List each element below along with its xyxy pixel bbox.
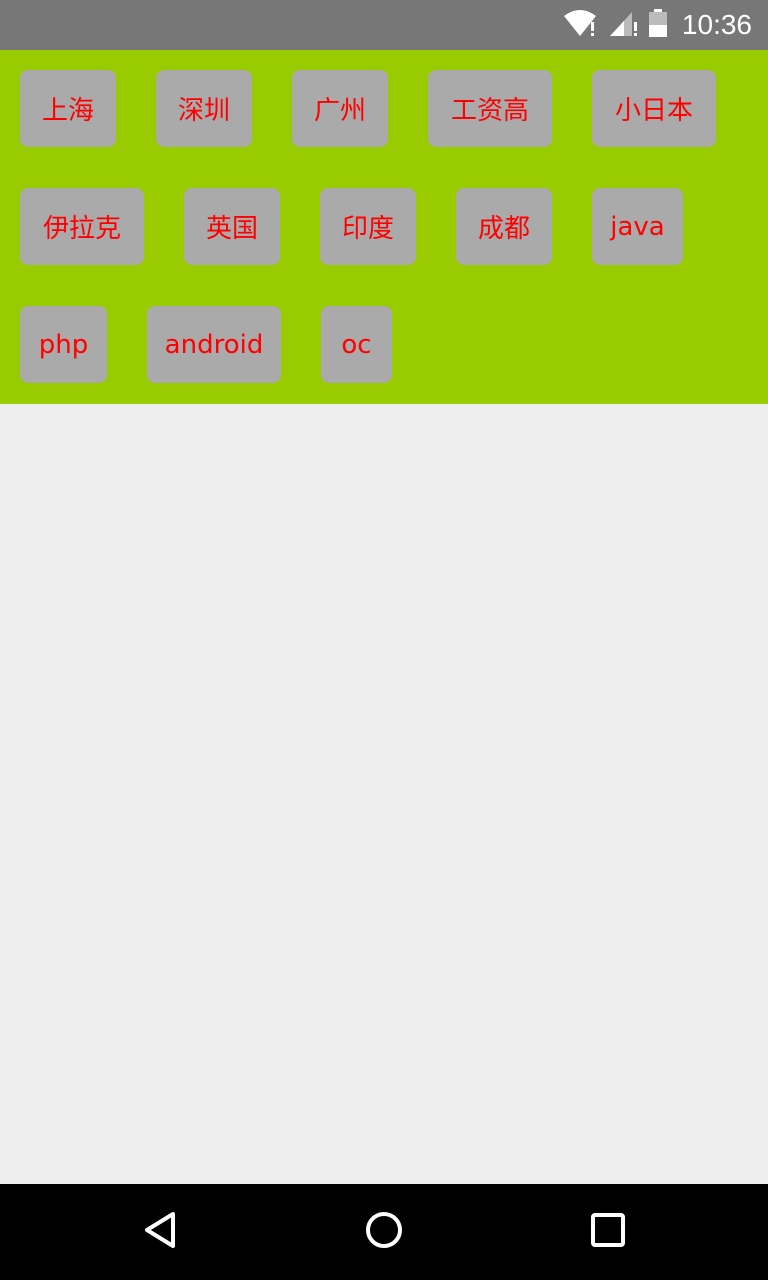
- recents-button[interactable]: [560, 1184, 656, 1280]
- tag-item[interactable]: 伊拉克: [20, 188, 144, 265]
- tag-item[interactable]: oc: [321, 306, 392, 383]
- back-icon: [140, 1210, 180, 1254]
- signal-icon: [608, 8, 638, 42]
- tag-item[interactable]: 上海: [20, 70, 116, 147]
- back-button[interactable]: [112, 1184, 208, 1280]
- tag-item[interactable]: 小日本: [592, 70, 716, 147]
- tag-item[interactable]: 深圳: [156, 70, 252, 147]
- tag-item[interactable]: 成都: [456, 188, 552, 265]
- navigation-bar: [0, 1184, 768, 1280]
- status-time: 10:36: [681, 9, 752, 40]
- content-area: [0, 404, 768, 1184]
- tag-item[interactable]: 英国: [184, 188, 280, 265]
- home-button[interactable]: [336, 1184, 432, 1280]
- tag-item[interactable]: java: [592, 188, 683, 265]
- status-bar: 10:36: [0, 0, 768, 50]
- tag-item[interactable]: php: [20, 306, 107, 383]
- tag-item[interactable]: android: [147, 306, 281, 383]
- recents-icon: [588, 1210, 628, 1254]
- tag-item[interactable]: 工资高: [428, 70, 552, 147]
- status-icons: 10:36: [562, 0, 752, 50]
- tag-item[interactable]: 广州: [292, 70, 388, 147]
- tag-flow-layout: 上海 深圳 广州 工资高 小日本 伊拉克 英国 印度 成都 java php a…: [0, 50, 768, 404]
- tag-item[interactable]: 印度: [320, 188, 416, 265]
- wifi-icon: [562, 8, 598, 42]
- home-icon: [364, 1210, 404, 1254]
- battery-icon: [648, 8, 668, 42]
